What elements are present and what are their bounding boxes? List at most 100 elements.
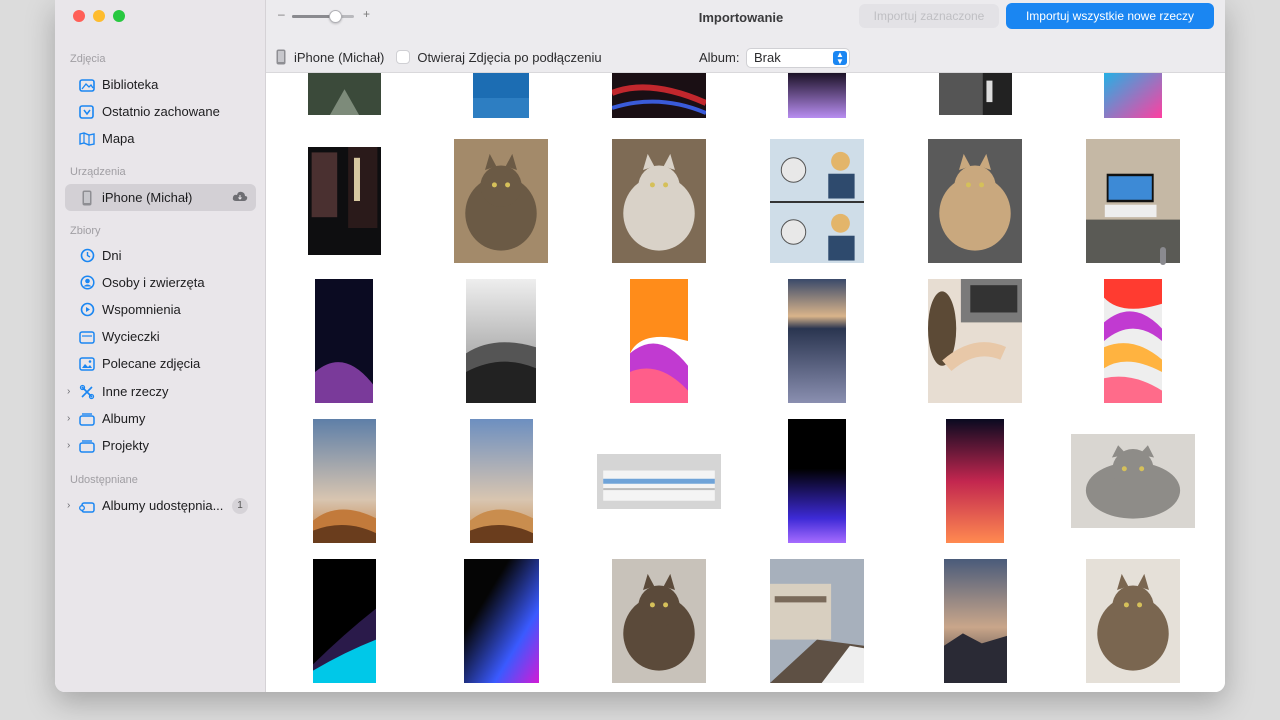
sidebar-section-title: Zbiory — [70, 225, 101, 237]
sidebar-item-ostatnio-zachowane[interactable]: Ostatnio zachowane — [65, 98, 256, 125]
photo-cat-on-jeans[interactable] — [612, 559, 706, 683]
photo-cat-sleeping[interactable] — [612, 139, 706, 263]
recently-saved-icon — [79, 104, 95, 120]
sidebar-item-albumy-udostępnia[interactable]: › Albumy udostępnia... 1 — [65, 492, 256, 519]
toolbar: – + Importowanie Importuj zaznaczone Imp… — [266, 0, 1225, 73]
zoom-slider[interactable]: – + — [278, 7, 370, 23]
sidebar-section-title: Zdjęcia — [70, 53, 106, 65]
photo-thumbnail — [315, 279, 373, 403]
zoom-window-button[interactable] — [113, 10, 125, 22]
sidebar-item-wycieczki[interactable]: Wycieczki — [65, 323, 256, 350]
iphone-icon — [79, 190, 95, 206]
photo-city-street[interactable] — [770, 559, 864, 683]
featured-photos-icon — [79, 356, 95, 372]
photo-mojave-day[interactable] — [312, 419, 376, 543]
photo-library-icon — [79, 77, 95, 93]
projects-icon — [79, 438, 95, 454]
photo-thumbnail — [612, 139, 706, 263]
photo-wallpaper-cyan-wave[interactable] — [312, 559, 376, 683]
sidebar-item-mapa[interactable]: Mapa — [65, 125, 256, 152]
photo-thumbnail — [1086, 139, 1180, 263]
minimize-window-button[interactable] — [93, 10, 105, 22]
photo-thumbnail — [788, 73, 846, 118]
zoom-track[interactable] — [292, 15, 354, 18]
photo-wallpaper-grey-mountains[interactable] — [466, 279, 536, 403]
sidebar-item-inne-rzeczy[interactable]: › Inne rzeczy — [65, 378, 256, 405]
import-window: Zdjęcia Biblioteka Ostatnio zachowane Mapa U… — [55, 0, 1225, 692]
photo-thumbnail — [469, 419, 533, 543]
photo-wallpaper-dusk-mountains[interactable] — [943, 559, 1007, 683]
photo-hand-laptop[interactable] — [928, 279, 1022, 403]
album-select[interactable]: Brak ▲ ▼ — [746, 48, 850, 68]
photo-thumbnail — [307, 147, 381, 255]
sidebar-item-label: iPhone (Michał) — [102, 190, 193, 205]
disclosure-chevron-icon[interactable]: › — [67, 500, 70, 511]
photo-cat-paper[interactable] — [1086, 559, 1180, 683]
sidebar-item-biblioteka[interactable]: Biblioteka — [65, 71, 256, 98]
photo-wallpaper-purple-glow[interactable] — [788, 419, 846, 543]
photo-meme-comic[interactable] — [770, 139, 864, 263]
photo-thumbnail — [946, 419, 1004, 543]
sidebar-section-title: Urządzenia — [70, 166, 126, 178]
photo-cat-face[interactable] — [454, 139, 548, 263]
photo-wallpaper-sunset-gradient[interactable] — [946, 419, 1004, 543]
photo-cat-peeking[interactable] — [1071, 434, 1195, 528]
sidebar-item-label: Dni — [102, 248, 122, 263]
photo-thumbnail — [1071, 434, 1195, 528]
open-photos-checkbox[interactable] — [396, 50, 411, 64]
photo-red-neon[interactable] — [610, 73, 708, 118]
sidebar-item-wspomnienia[interactable]: Wspomnienia — [65, 296, 256, 323]
photo-wallpaper-night-flowers[interactable] — [315, 279, 373, 403]
sidebar-item-label: Projekty — [102, 438, 149, 453]
albums-icon — [79, 411, 95, 427]
scrollbar-thumb[interactable] — [1160, 247, 1166, 265]
import-all-new-button[interactable]: Importuj wszystkie nowe rzeczy — [1006, 3, 1214, 29]
sidebar-item-iphone-michał[interactable]: iPhone (Michał) — [65, 184, 256, 211]
photo-thumbnail — [770, 559, 864, 683]
photo-mojave-light[interactable] — [469, 419, 533, 543]
zoom-out-icon[interactable]: – — [278, 7, 285, 21]
photo-cobblestone[interactable] — [938, 73, 1012, 115]
zoom-knob[interactable] — [329, 10, 343, 23]
open-photos-label[interactable]: Otwieraj Zdjęcia po podłączeniu — [417, 50, 601, 65]
window-title: Importowanie — [698, 10, 784, 25]
zoom-in-icon[interactable]: + — [363, 7, 370, 21]
photo-screenshot-table[interactable] — [597, 453, 721, 509]
photo-cyan-pink[interactable] — [1104, 73, 1162, 118]
photo-thumbnail — [597, 453, 721, 509]
photo-purple-horizon[interactable] — [788, 73, 846, 118]
sidebar-item-label: Mapa — [102, 131, 135, 146]
sidebar-item-label: Ostatnio zachowane — [102, 104, 220, 119]
photo-wallpaper-blue-magenta[interactable] — [463, 559, 539, 683]
photo-wallpaper-colorful-waves[interactable] — [1104, 279, 1162, 403]
photo-cat-keyboard[interactable] — [928, 139, 1022, 263]
photo-thumbnail — [612, 559, 706, 683]
photo-living-room-tv[interactable] — [1086, 139, 1180, 263]
photo-thumbnail — [463, 559, 539, 683]
photo-wallpaper-clouds[interactable] — [788, 279, 846, 403]
sidebar-item-label: Wspomnienia — [102, 302, 181, 317]
import-selected-button[interactable]: Importuj zaznaczone — [859, 4, 999, 28]
sidebar-item-projekty[interactable]: › Projekty — [65, 432, 256, 459]
photo-thumbnail — [610, 73, 708, 118]
photo-street-night[interactable] — [307, 73, 381, 115]
disclosure-chevron-icon[interactable]: › — [67, 386, 70, 397]
disclosure-chevron-icon[interactable]: › — [67, 440, 70, 451]
sidebar-item-albumy[interactable]: › Albumy — [65, 405, 256, 432]
sidebar-item-osoby-i-zwierzęta[interactable]: Osoby i zwierzęta — [65, 269, 256, 296]
photo-dark-alley[interactable] — [307, 147, 381, 255]
disclosure-chevron-icon[interactable]: › — [67, 413, 70, 424]
photo-wallpaper-orange-waves[interactable] — [630, 279, 688, 403]
photo-thumbnail — [928, 279, 1022, 403]
close-window-button[interactable] — [73, 10, 85, 22]
trips-icon — [79, 329, 95, 345]
person-circle-icon — [79, 275, 95, 291]
photo-thumbnail — [466, 279, 536, 403]
sidebar-item-polecane-zdjęcia[interactable]: Polecane zdjęcia — [65, 350, 256, 377]
photo-blue-wallpaper[interactable] — [473, 73, 529, 118]
sidebar-item-dni[interactable]: Dni — [65, 242, 256, 269]
sidebar-item-label: Biblioteka — [102, 77, 159, 92]
other-things-icon — [79, 384, 95, 400]
photo-thumbnail — [454, 139, 548, 263]
photo-thumbnail — [630, 279, 688, 403]
